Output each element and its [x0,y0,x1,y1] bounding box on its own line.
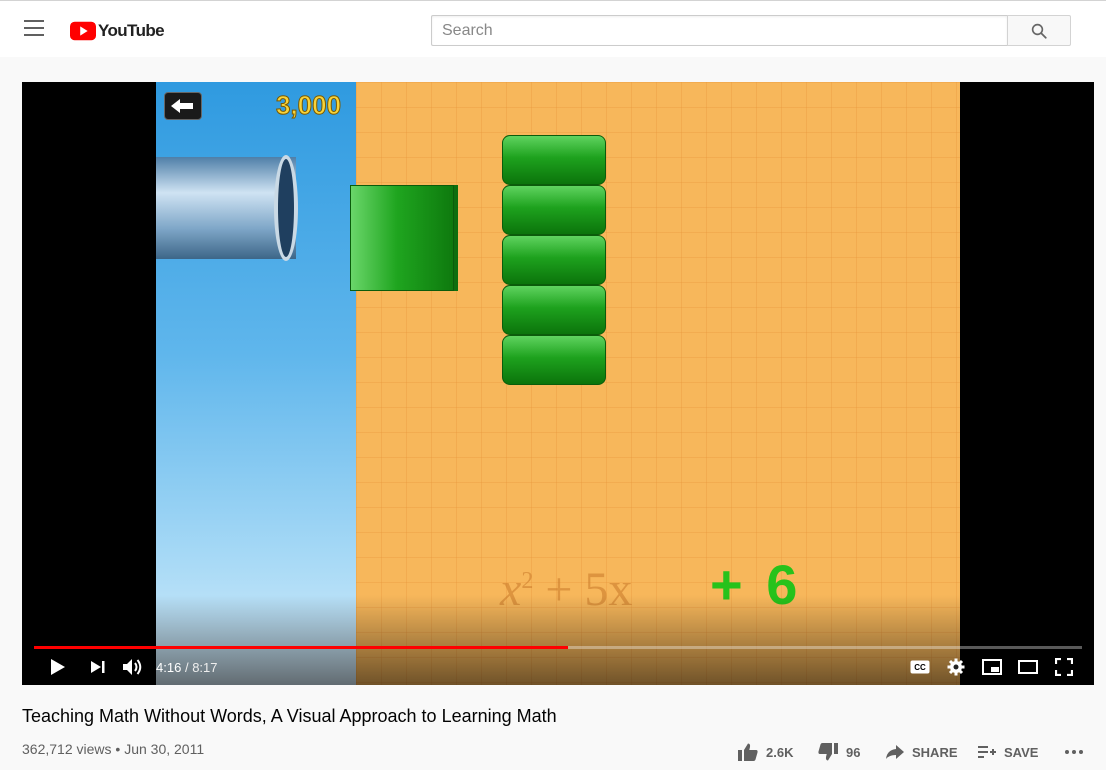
search-bar [431,15,1071,46]
game-pipe-opening [274,155,298,261]
theater-mode-icon [1018,660,1038,674]
view-count: 362,712 views [22,741,112,757]
time-separator: / [184,660,189,675]
next-icon [91,661,105,673]
hamburger-menu-icon[interactable] [22,20,46,38]
thumbs-up-icon [738,743,758,761]
video-meta: 362,712 views • Jun 30, 2011 [22,741,204,757]
share-button[interactable]: SHARE [886,742,958,762]
meta-separator: • [115,741,121,757]
search-icon [1031,23,1047,39]
play-icon [51,659,65,675]
like-button[interactable]: 2.6K [738,742,793,762]
share-icon [886,745,904,759]
thumbs-down-icon [818,743,838,761]
green-square-block [350,185,454,291]
volume-icon [123,659,142,675]
video-title: Teaching Math Without Words, A Visual Ap… [22,706,557,726]
green-bar-block [502,335,606,385]
masthead: YouTube [0,0,1106,57]
progress-bar-played [34,646,569,649]
youtube-play-icon [70,21,96,41]
miniplayer-button[interactable] [980,655,1004,679]
dislike-button[interactable]: 96 [818,742,860,762]
fullscreen-icon [1055,658,1073,676]
green-bar-block [502,285,606,335]
search-input[interactable] [431,15,1007,46]
volume-button[interactable] [120,655,146,679]
play-button[interactable] [46,655,70,679]
save-label: SAVE [1004,744,1039,760]
captions-button[interactable]: CC [908,655,932,679]
add-to-playlist-icon [978,746,996,758]
progress-bar[interactable] [34,646,1082,649]
theater-mode-button[interactable] [1016,655,1040,679]
youtube-logo[interactable]: YouTube [70,21,165,41]
next-button[interactable] [86,655,110,679]
captions-icon: CC [910,660,930,674]
video-player[interactable]: 3,000 x2 + 5x + 6 4:16 / 8:17 CC [22,82,1094,685]
settings-button[interactable] [944,655,968,679]
dislike-count: 96 [846,744,861,760]
save-button[interactable]: SAVE [978,742,1038,762]
upload-date: Jun 30, 2011 [124,741,205,757]
like-count: 2.6K [766,744,794,760]
share-label: SHARE [912,744,958,760]
duration: 8:17 [192,660,218,675]
svg-text:CC: CC [914,663,926,672]
game-back-arrow-icon [164,92,202,120]
more-horizontal-icon [1065,750,1083,754]
search-button[interactable] [1007,15,1071,46]
time-display: 4:16 / 8:17 [156,660,218,675]
fullscreen-button[interactable] [1052,655,1076,679]
game-score: 3,000 [275,90,342,121]
more-actions-button[interactable] [1064,742,1092,762]
miniplayer-icon [982,659,1002,675]
current-time: 4:16 [156,660,182,675]
green-bar-block [502,135,606,185]
logo-text: YouTube [98,21,165,40]
settings-icon [947,658,965,676]
green-bar-block [502,185,606,235]
green-bar-block [502,235,606,285]
equation-exponent: 2 [521,568,534,594]
